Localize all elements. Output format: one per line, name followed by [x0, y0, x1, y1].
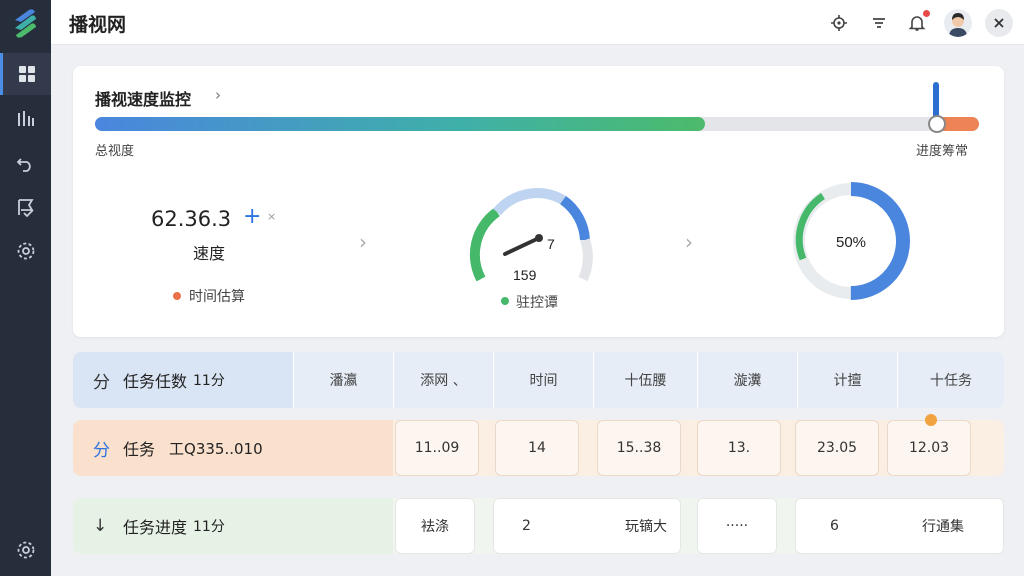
- column-header[interactable]: 漩瀵: [697, 352, 797, 408]
- column-header[interactable]: 潘瀛: [293, 352, 393, 408]
- speed-label: 速度: [193, 244, 226, 263]
- cell-badge: [925, 414, 937, 426]
- chevron-right-icon[interactable]: ›: [359, 230, 367, 254]
- target-icon: [831, 15, 847, 31]
- chevron-right-icon[interactable]: ›: [685, 230, 693, 254]
- sidebar-item-stats[interactable]: [0, 98, 51, 140]
- task-cell[interactable]: 23.05: [795, 420, 879, 476]
- progress-row-title: ↓ 任务进度 11分: [73, 498, 393, 554]
- column-header[interactable]: 十伍腰: [593, 352, 697, 408]
- table-row-task: 分 任务 工Q335..010 11..09 14 15..38 13. 23.…: [73, 414, 1004, 476]
- column-header[interactable]: 十任务: [897, 352, 1004, 408]
- gauge-label: 驻控谭: [516, 295, 558, 311]
- gauge-arc-blue: [559, 195, 590, 241]
- target-button[interactable]: [828, 12, 850, 34]
- column-header[interactable]: 时间: [493, 352, 593, 408]
- grid-icon: [19, 66, 35, 82]
- progress-fill: [95, 117, 705, 131]
- status-dot: [173, 292, 181, 300]
- filter-icon: [873, 18, 885, 28]
- app-title: 播视网: [69, 14, 127, 36]
- filter-button[interactable]: [868, 12, 890, 34]
- task-cell[interactable]: 11..09: [395, 420, 479, 476]
- progress-cell[interactable]: ·····: [697, 498, 777, 554]
- gauge-pivot: [535, 234, 543, 242]
- header-title: 分 任务任数 11分: [73, 352, 293, 408]
- close-button[interactable]: [985, 9, 1013, 37]
- task-cell[interactable]: 12.03: [887, 420, 971, 476]
- task-label: 任务: [123, 440, 156, 459]
- gauge-arc-rest: [578, 238, 593, 282]
- dismiss-icon[interactable]: ×: [267, 210, 276, 223]
- progress-cell[interactable]: 袪涤: [395, 498, 475, 554]
- time-estimate-label: 时间估算: [189, 289, 245, 305]
- close-icon: [994, 18, 1004, 28]
- gauge-chart: 7 159: [469, 188, 593, 283]
- arrow-down-icon: ↓: [93, 516, 108, 536]
- progress-label: 任务进度: [123, 518, 188, 537]
- gauge-value-bottom: 159: [513, 267, 537, 283]
- gauge-status-dot: [501, 297, 509, 305]
- header-count: 11分: [193, 373, 225, 389]
- task-row-title: 分 任务 工Q335..010: [73, 420, 393, 476]
- table-row-progress: ↓ 任务进度 11分 袪涤 2 玩镝大 ····· 6 行通集: [73, 498, 1004, 554]
- notification-badge: [923, 10, 930, 17]
- undo-icon: [16, 158, 31, 172]
- add-icon[interactable]: +: [243, 204, 261, 229]
- donut-label: 50%: [836, 234, 866, 251]
- progress-label-right: 进度筹常: [915, 144, 968, 159]
- column-header[interactable]: 计擅: [797, 352, 897, 408]
- avatar-icon: [949, 13, 967, 37]
- app-logo: [15, 9, 36, 38]
- progress-needle: [933, 82, 939, 118]
- column-header[interactable]: 添网 、: [393, 352, 493, 408]
- task-code: 工Q335..010: [169, 439, 263, 458]
- gear-icon: [17, 242, 34, 260]
- sidebar: [0, 0, 51, 576]
- chevron-right-icon[interactable]: ›: [215, 86, 221, 104]
- task-cell[interactable]: 15..38: [597, 420, 681, 476]
- sidebar-item-history[interactable]: [0, 142, 51, 184]
- split-icon: 分: [93, 372, 110, 393]
- progress-cell[interactable]: 行通集: [903, 498, 983, 554]
- progress-count: 11分: [193, 519, 225, 535]
- overall-progress-bar: [95, 117, 979, 131]
- task-cell[interactable]: 13.: [697, 420, 781, 476]
- split-icon: 分: [93, 440, 110, 461]
- sidebar-settings-bottom[interactable]: [0, 530, 51, 570]
- bar-chart-icon: [17, 111, 34, 126]
- sidebar-item-settings[interactable]: [0, 230, 51, 272]
- bell-icon: [908, 16, 926, 31]
- sidebar-item-tasks[interactable]: [0, 186, 51, 228]
- gauge-value-top: 7: [547, 236, 555, 252]
- topbar: 播视网: [51, 0, 1024, 45]
- card-title: 播视速度监控: [95, 90, 192, 109]
- progress-cell[interactable]: 玩镝大: [593, 498, 673, 554]
- gauge-arc-green: [469, 207, 501, 282]
- header-label: 任务任数: [123, 372, 188, 391]
- table-header-row: 分 任务任数 11分 潘瀛 添网 、 时间 十伍腰 漩瀵 计擅 十任务: [73, 352, 1004, 408]
- speed-monitor-card: 播视速度监控 › 总视度 进度筹常 62.36.3 + × 速度 时间估算 › …: [73, 66, 1004, 337]
- gauge-arc-light: [493, 188, 566, 216]
- task-cell[interactable]: 14: [495, 420, 579, 476]
- sidebar-item-dashboard[interactable]: [0, 53, 51, 95]
- gear-icon: [17, 541, 34, 559]
- gauge-needle: [503, 236, 541, 256]
- flag-list-icon: [17, 199, 34, 217]
- avatar[interactable]: [944, 9, 972, 37]
- donut-chart: 50%: [792, 182, 910, 300]
- progress-label-left: 总视度: [95, 144, 135, 159]
- progress-handle[interactable]: [928, 115, 946, 133]
- speed-value: 62.36.3: [151, 207, 232, 231]
